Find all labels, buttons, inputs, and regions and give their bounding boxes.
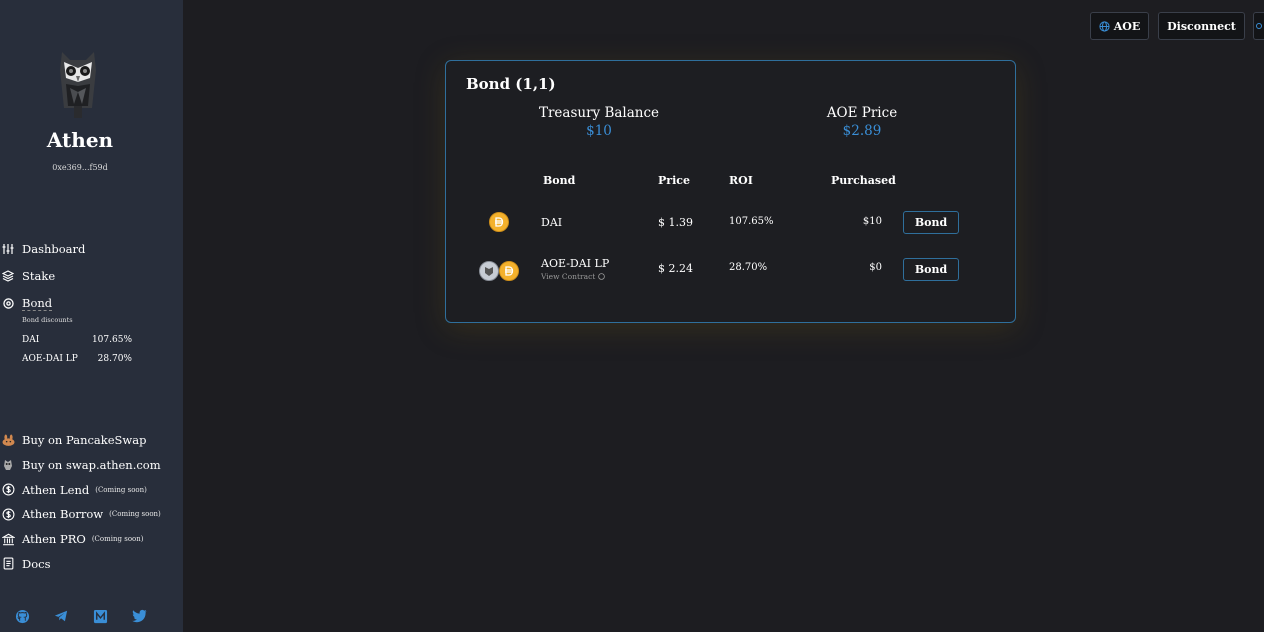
nav-item-bond[interactable]: Bond: [0, 290, 183, 318]
view-contract-label: View Contract: [541, 272, 596, 281]
ext-label: Buy on swap.athen.com: [22, 458, 161, 473]
bond-roi: 28.70%: [729, 262, 768, 273]
bond-purchased: $0: [869, 262, 882, 273]
bond-discount-value: 107.65%: [91, 334, 132, 345]
pancake-icon: [1, 433, 15, 447]
bond-discount-name: DAI: [22, 334, 40, 345]
dollar-circle-icon: [1, 483, 15, 497]
dai-coin-icon: [489, 212, 509, 232]
aoe-price: AOE Price $2.89: [772, 105, 952, 139]
bond-discount-row[interactable]: AOE-DAI LP 28.70%: [22, 349, 132, 368]
dollar-circle-icon: [1, 507, 15, 521]
column-header-price: Price: [658, 174, 690, 187]
column-header-purchased: Purchased: [831, 174, 896, 187]
bond-discount-value: 28.70%: [97, 353, 132, 364]
aoe-price-value: $2.89: [842, 123, 882, 139]
nav-label: Stake: [22, 269, 56, 284]
link-athen-lend[interactable]: Athen Lend (Coming soon): [0, 477, 183, 502]
bond-roi: 107.65%: [729, 216, 774, 227]
disconnect-label: Disconnect: [1167, 19, 1236, 33]
bond-button[interactable]: Bond: [903, 211, 959, 234]
nav-label: Bond: [22, 296, 53, 312]
link-athen-pro[interactable]: Athen PRO (Coming soon): [0, 527, 183, 552]
treasury-balance-label: Treasury Balance: [538, 105, 660, 121]
coming-soon-badge: (Coming soon): [91, 535, 144, 544]
social-links: [14, 608, 147, 624]
external-links: Buy on PancakeSwap Buy on swap.athen.com…: [0, 428, 183, 576]
table-row: DAI $ 1.39 107.65% $10 Bond: [446, 211, 1017, 235]
token-label: AOE: [1113, 19, 1141, 33]
telegram-icon[interactable]: [53, 608, 69, 624]
nav-item-dashboard[interactable]: Dashboard: [0, 235, 183, 263]
owl-icon: [1, 458, 15, 472]
bond-price: $ 2.24: [658, 262, 693, 275]
sidebar: Athen 0xe369...f59d Dashboard Stake Bond…: [0, 0, 183, 632]
bond-discounts: Bond discounts DAI 107.65% AOE-DAI LP 28…: [22, 316, 132, 368]
ext-label: Athen PRO: [22, 532, 86, 547]
column-header-roi: ROI: [729, 174, 753, 187]
link-pancakeswap[interactable]: Buy on PancakeSwap: [0, 428, 183, 453]
medium-icon[interactable]: [92, 608, 108, 624]
link-swap-athen[interactable]: Buy on swap.athen.com: [0, 453, 183, 478]
bond-price: $ 1.39: [658, 216, 693, 229]
theme-toggle-button[interactable]: [1253, 12, 1264, 40]
bond-name: AOE-DAI LP: [541, 257, 610, 270]
bond-button[interactable]: Bond: [903, 258, 959, 281]
bank-icon: [1, 532, 15, 546]
bond-card: Bond (1,1) Treasury Balance $10 AOE Pric…: [445, 60, 1016, 323]
ext-label: Athen Borrow: [22, 507, 104, 522]
globe-icon: [1099, 20, 1110, 32]
treasury-balance-value: $10: [586, 123, 612, 139]
owl-logo-icon: [52, 48, 104, 120]
bond-purchased: $10: [862, 216, 882, 227]
bond-discount-name: AOE-DAI LP: [22, 353, 78, 364]
layers-icon: [1, 269, 15, 283]
twitter-icon[interactable]: [131, 608, 147, 624]
coming-soon-badge: (Coming soon): [95, 485, 147, 494]
nav-label: Dashboard: [22, 241, 86, 256]
disconnect-button[interactable]: Disconnect: [1158, 12, 1245, 40]
aoe-coin-icon: [479, 261, 499, 281]
view-contract-link[interactable]: View Contract: [541, 272, 609, 281]
link-docs[interactable]: Docs: [0, 551, 183, 576]
card-title: Bond (1,1): [466, 75, 556, 93]
aoe-price-label: AOE Price: [826, 105, 898, 121]
github-icon[interactable]: [14, 608, 30, 624]
treasury-balance: Treasury Balance $10: [509, 105, 689, 139]
coming-soon-badge: (Coming soon): [109, 510, 161, 519]
theme-icon: [1256, 23, 1262, 29]
nav-item-stake[interactable]: Stake: [0, 263, 183, 291]
ext-label: Athen Lend: [22, 482, 90, 497]
sliders-icon: [1, 242, 15, 256]
main-nav: Dashboard Stake Bond: [0, 235, 183, 318]
ext-label: Buy on PancakeSwap: [22, 433, 147, 448]
gear-icon: [1, 297, 15, 311]
external-link-icon: [598, 273, 606, 280]
token-button[interactable]: AOE: [1090, 12, 1149, 40]
brand-name: Athen: [46, 128, 114, 152]
bond-discount-row[interactable]: DAI 107.65%: [22, 330, 132, 349]
link-athen-borrow[interactable]: Athen Borrow (Coming soon): [0, 502, 183, 527]
bond-discounts-title: Bond discounts: [22, 316, 73, 324]
column-header-bond: Bond: [543, 174, 576, 187]
table-row: AOE-DAI LP View Contract $ 2.24 28.70% $…: [446, 257, 1017, 287]
dai-coin-icon: [499, 261, 519, 281]
docs-icon: [1, 557, 15, 571]
ext-label: Docs: [22, 556, 51, 571]
bond-name: DAI: [541, 216, 563, 229]
wallet-address[interactable]: 0xe369...f59d: [0, 163, 160, 172]
bond-name-block: AOE-DAI LP View Contract: [541, 257, 609, 281]
